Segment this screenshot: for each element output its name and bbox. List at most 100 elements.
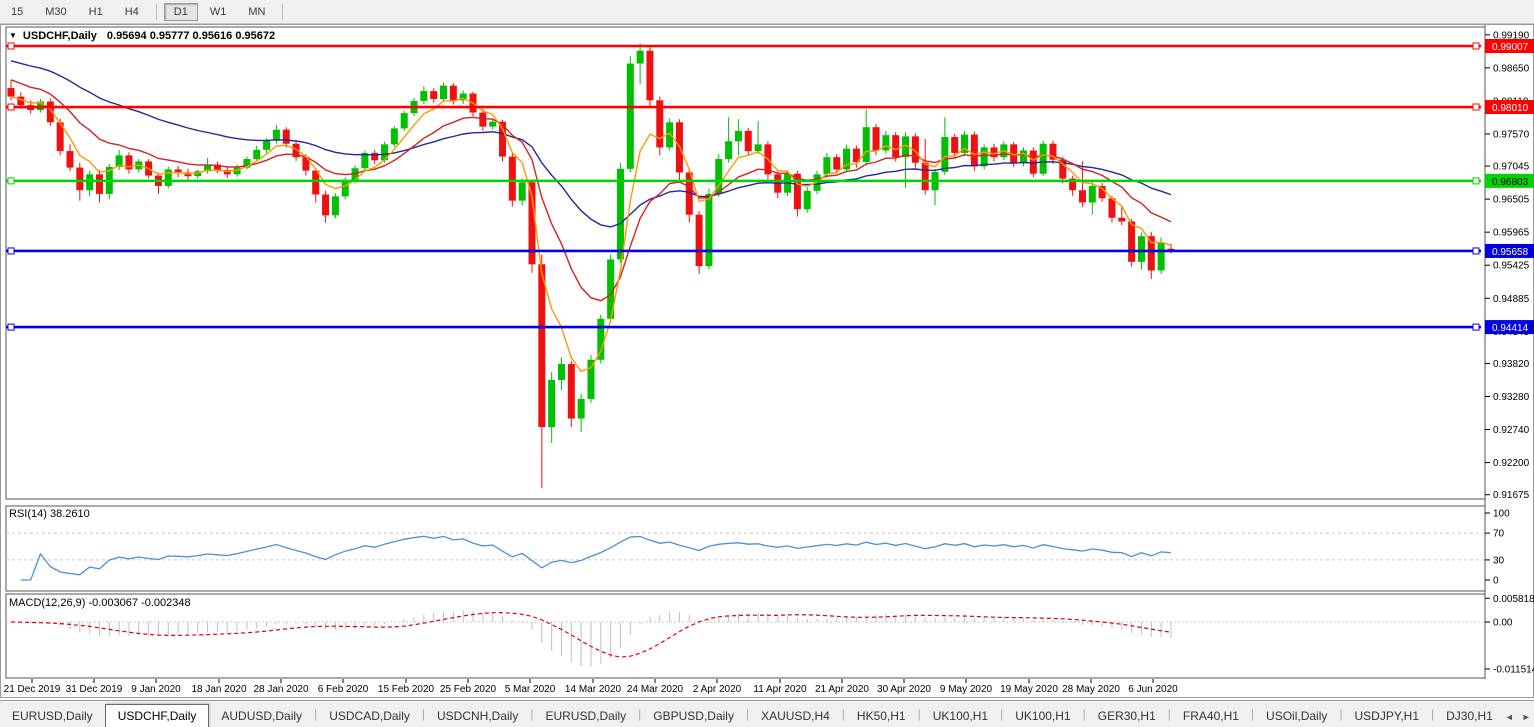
candle-body bbox=[833, 157, 840, 169]
rsi-axis-label: 0 bbox=[1493, 576, 1499, 587]
timeframe-button-m30[interactable]: M30 bbox=[35, 3, 76, 21]
level-handle-right[interactable] bbox=[1473, 104, 1479, 110]
chart-title-row: ▼ USDCHF,Daily 0.95694 0.95777 0.95616 0.9… bbox=[9, 30, 275, 42]
chart-tab-ger30-h1[interactable]: GER30,H1 bbox=[1086, 705, 1168, 727]
candle-body bbox=[951, 137, 958, 153]
date-axis-label: 6 Feb 2020 bbox=[318, 684, 369, 695]
chart-tab-eurusd-daily[interactable]: EURUSD,Daily bbox=[533, 705, 638, 727]
level-handle-left[interactable] bbox=[8, 248, 14, 254]
level-handle-right[interactable] bbox=[1473, 43, 1479, 49]
price-axis-label: 0.92740 bbox=[1493, 425, 1530, 436]
candle-body bbox=[971, 135, 978, 167]
timeframe-button-h1[interactable]: H1 bbox=[79, 3, 113, 21]
date-axis-label: 5 Mar 2020 bbox=[505, 684, 556, 695]
level-handle-right[interactable] bbox=[1473, 248, 1479, 254]
candle-body bbox=[76, 168, 83, 191]
candle-body bbox=[1040, 144, 1047, 174]
chart-window: 0.991900.986500.981100.975700.970450.965… bbox=[0, 24, 1534, 698]
macd-indicator-label: MACD(12,26,9) -0.003067 -0.002348 bbox=[9, 597, 191, 609]
price-axis-label: 0.98650 bbox=[1493, 63, 1530, 74]
rsi-axis-label: 70 bbox=[1493, 529, 1505, 540]
chart-tab-fra40-h1[interactable]: FRA40,H1 bbox=[1171, 705, 1251, 727]
date-axis-label: 30 Apr 2020 bbox=[877, 684, 931, 695]
date-axis-label: 31 Dec 2019 bbox=[66, 684, 123, 695]
candle-body bbox=[627, 64, 634, 169]
tab-scroll-right-icon[interactable]: ► bbox=[1522, 712, 1531, 722]
rsi-axis-label: 30 bbox=[1493, 555, 1505, 566]
macd-axis-label: 0.005818 bbox=[1493, 594, 1534, 605]
chart-tab-usdcnh-daily[interactable]: USDCNH,Daily bbox=[425, 705, 530, 727]
candle-body bbox=[578, 399, 585, 419]
chart-tab-usoil-daily[interactable]: USOil,Daily bbox=[1254, 705, 1339, 727]
candle-body bbox=[450, 86, 457, 101]
candle-body bbox=[86, 174, 93, 190]
chart-symbol-title: USDCHF,Daily bbox=[23, 30, 97, 42]
chart-tab-hk50-h1[interactable]: HK50,H1 bbox=[845, 705, 918, 727]
candle-body bbox=[283, 130, 290, 144]
date-axis-label: 28 May 2020 bbox=[1062, 684, 1120, 695]
candle-body bbox=[981, 147, 988, 166]
chart-tab-xauusd-h4[interactable]: XAUUSD,H4 bbox=[749, 705, 842, 727]
candle-body bbox=[1118, 218, 1125, 222]
candle-body bbox=[1020, 150, 1027, 163]
candle-body bbox=[1108, 198, 1115, 218]
level-handle-left[interactable] bbox=[8, 43, 14, 49]
price-axis-label: 0.97570 bbox=[1493, 129, 1530, 140]
level-handle-right[interactable] bbox=[1473, 324, 1479, 330]
timeframe-toolbar: 15M30H1H4 D1W1MN bbox=[0, 0, 1534, 24]
price-axis-label: 0.97045 bbox=[1493, 162, 1530, 173]
candle-body bbox=[873, 127, 880, 150]
chart-tab-eurusd-daily[interactable]: EURUSD,Daily bbox=[0, 705, 105, 727]
date-axis-label: 25 Feb 2020 bbox=[440, 684, 497, 695]
chart-tab-uk100-h1[interactable]: UK100,H1 bbox=[1003, 705, 1082, 727]
candle-body bbox=[558, 364, 565, 380]
candle-body bbox=[342, 180, 349, 196]
candle-body bbox=[587, 360, 594, 399]
price-axis-label: 0.93280 bbox=[1493, 392, 1530, 403]
date-axis-label: 21 Apr 2020 bbox=[815, 684, 869, 695]
price-axis-label: 0.96505 bbox=[1493, 195, 1530, 206]
timeframe-button-mn[interactable]: MN bbox=[238, 3, 275, 21]
candle-body bbox=[617, 169, 624, 260]
toolbar-separator bbox=[156, 4, 157, 20]
chart-tab-usdchf-daily[interactable]: USDCHF,Daily bbox=[105, 704, 210, 727]
candle-body bbox=[273, 130, 280, 141]
candle-body bbox=[489, 122, 496, 127]
macd-axis-label: 0.00 bbox=[1493, 618, 1513, 629]
candle-body bbox=[922, 163, 929, 191]
candle-body bbox=[637, 51, 644, 64]
date-axis-label: 18 Jan 2020 bbox=[191, 684, 246, 695]
timeframe-button-15[interactable]: 15 bbox=[1, 3, 33, 21]
candle-body bbox=[1128, 221, 1135, 261]
level-handle-left[interactable] bbox=[8, 178, 14, 184]
tab-scroll-left-icon[interactable]: ◄ bbox=[1505, 712, 1514, 722]
date-axis-label: 24 Mar 2020 bbox=[627, 684, 684, 695]
chart-tab-audusd-daily[interactable]: AUDUSD,Daily bbox=[209, 705, 314, 727]
level-handle-left[interactable] bbox=[8, 104, 14, 110]
candle-body bbox=[804, 191, 811, 209]
chart-ohlc-values: 0.95694 0.95777 0.95616 0.95672 bbox=[107, 30, 275, 42]
chart-tab-uk100-h1[interactable]: UK100,H1 bbox=[921, 705, 1000, 727]
macd-axis-label: -0.011514 bbox=[1493, 664, 1534, 675]
chevron-down-icon[interactable]: ▼ bbox=[9, 31, 17, 40]
price-badge-label: 0.94414 bbox=[1492, 323, 1529, 334]
chart-tab-usdjpy-h1[interactable]: USDJPY,H1 bbox=[1343, 705, 1431, 727]
candle-body bbox=[863, 127, 870, 162]
chart-tab-dj30-h1[interactable]: DJ30,H1 bbox=[1434, 705, 1505, 727]
candle-body bbox=[1158, 242, 1165, 270]
candle-body bbox=[430, 91, 437, 99]
mt4-window: 15M30H1H4D1W1MN 0.991900.986500.981100.9… bbox=[0, 0, 1534, 727]
date-axis-label: 28 Jan 2020 bbox=[253, 684, 308, 695]
timeframe-button-w1[interactable]: W1 bbox=[200, 3, 237, 21]
timeframe-button-h4[interactable]: H4 bbox=[115, 3, 149, 21]
rsi-indicator-label: RSI(14) 38.2610 bbox=[9, 508, 90, 520]
level-handle-left[interactable] bbox=[8, 324, 14, 330]
level-handle-right[interactable] bbox=[1473, 178, 1479, 184]
candle-body bbox=[646, 51, 653, 101]
chart-tab-usdcad-daily[interactable]: USDCAD,Daily bbox=[317, 705, 422, 727]
timeframe-button-d1[interactable]: D1 bbox=[164, 3, 198, 21]
chart-tab-gbpusd-daily[interactable]: GBPUSD,Daily bbox=[641, 705, 746, 727]
price-badge-label: 0.98010 bbox=[1492, 103, 1529, 114]
candle-body bbox=[263, 141, 270, 150]
candle-body bbox=[941, 137, 948, 172]
